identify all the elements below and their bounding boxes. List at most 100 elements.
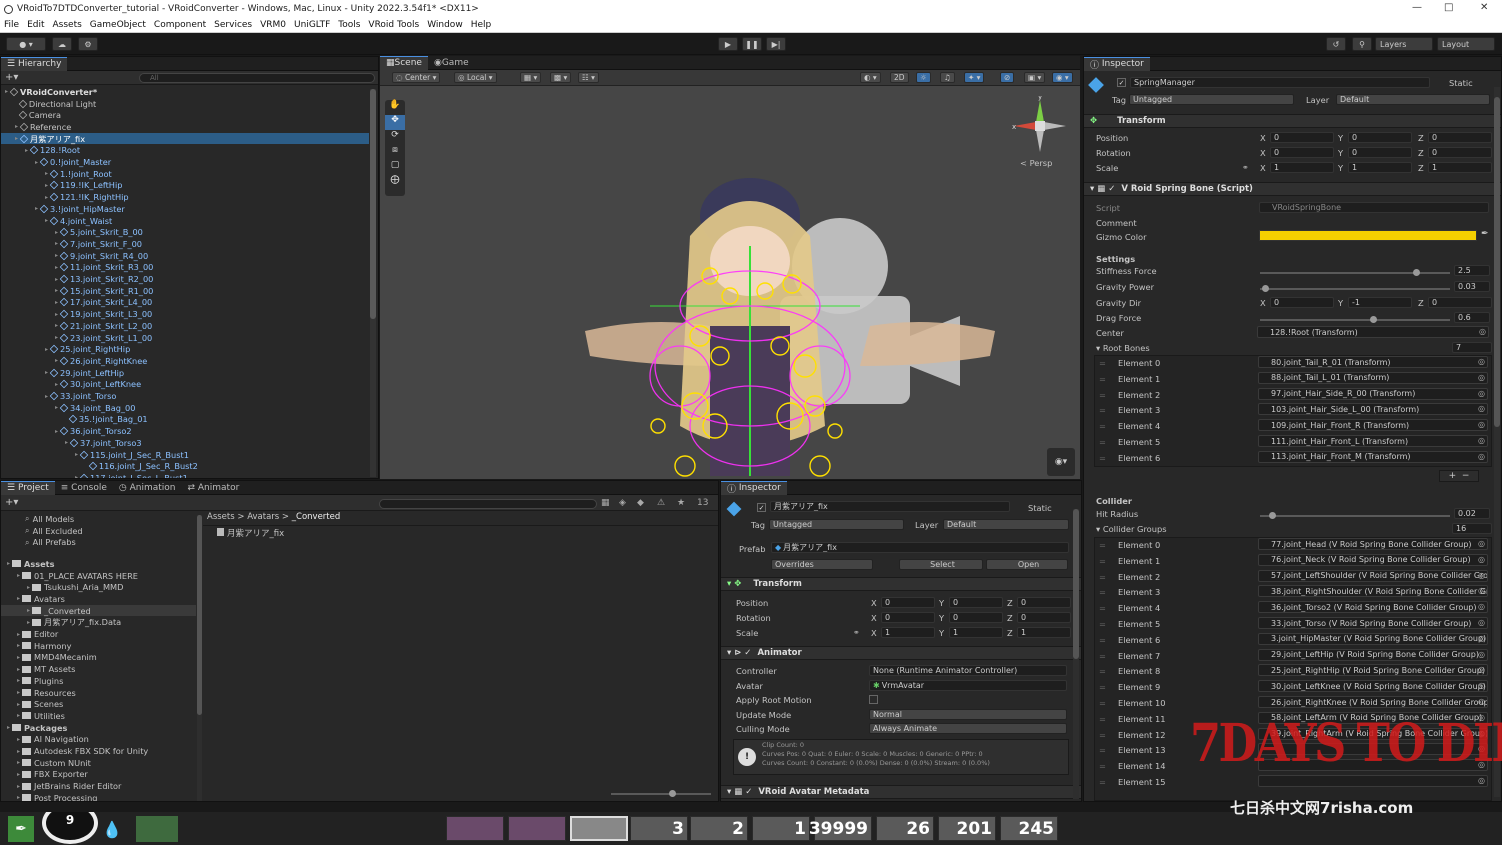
folder-item[interactable]: ▸ JetBrains Rider Editor — [1, 780, 196, 792]
expand-arrow-icon[interactable]: ▸ — [35, 205, 38, 212]
expand-arrow-icon[interactable]: ▸ — [55, 404, 58, 411]
spring-bone-header[interactable]: ▾ ▦ ✓ V Roid Spring Bone (Script) — [1084, 182, 1501, 196]
hotbar-slot[interactable]: 201 — [938, 816, 996, 841]
expand-arrow-icon[interactable]: ▸ — [17, 783, 20, 790]
hierarchy-item[interactable]: ▸ 34.joint_Bag_00 — [1, 402, 369, 414]
expand-arrow-icon[interactable] — [85, 463, 87, 470]
drag-handle-icon[interactable]: = — [1099, 587, 1106, 597]
rotation-z-field[interactable]: 0 — [1428, 147, 1492, 158]
constrain-proportions-icon[interactable]: ⚭ — [1242, 163, 1249, 172]
breadcrumb-converted[interactable]: _Converted — [292, 512, 341, 522]
expand-arrow-icon[interactable]: ▸ — [55, 322, 58, 329]
expand-arrow-icon[interactable]: ▸ — [55, 428, 58, 435]
scale-tool-icon[interactable]: ⧈ — [385, 145, 405, 160]
menu-item-component[interactable]: Component — [154, 20, 206, 30]
hierarchy-item[interactable]: ▸ 13.joint_Skrit_R2_00 — [1, 273, 369, 285]
hotbar-slot[interactable]: 39999 — [809, 816, 872, 841]
folder-item[interactable]: ▸ Harmony — [1, 640, 196, 652]
snap-increment-button[interactable]: ▩ ▾ — [550, 72, 572, 83]
folder-item[interactable]: ▸ Assets — [1, 558, 196, 570]
culling-mode-dropdown[interactable]: Always Animate — [869, 723, 1067, 734]
gravity-power-slider[interactable] — [1260, 285, 1450, 292]
expand-arrow-icon[interactable]: ▸ — [55, 240, 58, 247]
vroid-meta-header[interactable]: ▾ ▦ ✓ VRoid Avatar Metadata — [721, 785, 1081, 799]
eyedropper-icon[interactable]: ✒ — [1481, 229, 1489, 239]
tab-project[interactable]: ☰ Project — [1, 481, 55, 495]
hierarchy-item[interactable]: ▸ VRoidConverter* — [1, 86, 369, 98]
gizmos-dropdown[interactable]: ◉ ▾ — [1052, 72, 1073, 83]
hotbar-slot[interactable] — [508, 816, 566, 841]
drag-handle-icon[interactable]: = — [1099, 666, 1106, 676]
collider-group-element-field[interactable]: 77.joint_Head (V Roid Spring Bone Collid… — [1258, 538, 1488, 550]
tab-animation[interactable]: ◷ Animation — [113, 481, 182, 495]
gravity-power-slider-knob[interactable] — [1261, 285, 1269, 292]
zoom-slider[interactable] — [611, 790, 711, 797]
static-label[interactable]: Static — [1449, 78, 1473, 88]
rotation-y-field[interactable]: 0 — [1348, 147, 1412, 158]
expand-arrow-icon[interactable] — [15, 100, 17, 107]
mid-layer-dropdown[interactable]: Default — [943, 519, 1069, 530]
menu-item-assets[interactable]: Assets — [53, 20, 82, 30]
position-y-field[interactable]: 0 — [1348, 132, 1412, 143]
menu-item-vroid-tools[interactable]: VRoid Tools — [368, 20, 419, 30]
drag-handle-icon[interactable]: = — [1099, 390, 1106, 400]
inspector-mid-scrollbar[interactable] — [1073, 509, 1079, 799]
hierarchy-item[interactable]: ▸ 15.joint_Skrit_R1_00 — [1, 285, 369, 297]
open-button[interactable]: Open — [986, 559, 1068, 570]
collider-group-element-field[interactable]: 30.joint_LeftKnee (V Roid Spring Bone Co… — [1258, 680, 1488, 693]
expand-arrow-icon[interactable]: ▸ — [17, 712, 20, 719]
scale-x-field[interactable]: 1 — [1270, 162, 1334, 173]
expand-arrow-icon[interactable] — [65, 416, 67, 423]
mid-rotation-y-field[interactable]: 0 — [949, 612, 1003, 623]
project-tree-scrollbar[interactable] — [197, 515, 202, 801]
tab-animator[interactable]: ⇄ Animator — [181, 481, 245, 495]
hotbar-slot[interactable]: 3 — [630, 816, 688, 841]
mid-position-z-field[interactable]: 0 — [1017, 597, 1071, 608]
hierarchy-item[interactable]: ▸ 1.!joint_Root — [1, 168, 369, 180]
expand-arrow-icon[interactable]: ▸ — [55, 381, 58, 388]
drag-handle-icon[interactable]: = — [1099, 619, 1106, 629]
hierarchy-item[interactable]: ▸ 23.joint_Skrit_L1_00 — [1, 332, 369, 344]
avatar-field[interactable]: ✱ VrmAvatar — [869, 680, 1067, 691]
expand-arrow-icon[interactable]: ▸ — [45, 182, 48, 189]
add-icon[interactable]: +▾ — [5, 72, 18, 83]
hierarchy-item[interactable]: ▸ 115.joint_J_Sec_R_Bust1 — [1, 449, 369, 461]
account-button[interactable]: ● ▾ — [6, 37, 46, 51]
position-x-field[interactable]: 0 — [1270, 132, 1334, 143]
folder-item[interactable]: ▸ Scenes — [1, 698, 196, 710]
tab-console[interactable]: ≡ Console — [55, 481, 113, 495]
favorite-item[interactable]: ⌕ All Prefabs — [1, 536, 76, 548]
hierarchy-item[interactable]: ▸ 3.!joint_HipMaster — [1, 203, 369, 215]
expand-arrow-icon[interactable]: ▸ — [27, 619, 30, 626]
expand-arrow-icon[interactable]: ▸ — [55, 311, 58, 318]
camera-settings-icon[interactable]: ▣ ▾ — [1024, 72, 1046, 83]
expand-arrow-icon[interactable]: ▸ — [15, 123, 18, 130]
drag-handle-icon[interactable]: = — [1099, 405, 1106, 415]
collider-groups-count[interactable]: 16 — [1452, 523, 1492, 534]
tab-inspector-right[interactable]: ⓘ Inspector — [1084, 57, 1150, 71]
favorite-item[interactable]: ⌕ All Models — [1, 513, 74, 525]
transform-header[interactable]: ✥ Transform — [1084, 114, 1501, 128]
expand-arrow-icon[interactable]: ▸ — [55, 264, 58, 271]
center-field[interactable]: 128.!Root (Transform) — [1257, 326, 1489, 338]
expand-arrow-icon[interactable]: ▸ — [75, 474, 78, 478]
expand-arrow-icon[interactable]: ▸ — [65, 439, 68, 446]
expand-arrow-icon[interactable]: ▸ — [17, 677, 20, 684]
tab-scene[interactable]: ▦ Scene — [380, 56, 428, 70]
maximize-icon[interactable]: □ — [1444, 2, 1453, 13]
hierarchy-item[interactable]: ▸ 月紫アリア_fix — [1, 132, 369, 145]
favorite-star-icon[interactable]: ★ — [677, 498, 685, 508]
search-icon[interactable]: ⚲ — [1352, 37, 1372, 51]
expand-arrow-icon[interactable]: ▸ — [17, 759, 20, 766]
hierarchy-item[interactable]: ▸ 21.joint_Skrit_L2_00 — [1, 320, 369, 332]
menu-item-gameobject[interactable]: GameObject — [90, 20, 146, 30]
rect-tool-icon[interactable]: ▢ — [385, 160, 405, 175]
expand-arrow-icon[interactable]: ▸ — [35, 159, 38, 166]
hierarchy-item[interactable]: ▸ 26.joint_RightKnee — [1, 355, 369, 367]
scale-z-field[interactable]: 1 — [1428, 162, 1492, 173]
hotbar-slot[interactable]: 2 — [690, 816, 748, 841]
hand-tool-icon[interactable]: ✋ — [385, 100, 405, 115]
folder-item[interactable]: ▸ Plugins — [1, 675, 196, 687]
expand-arrow-icon[interactable]: ▸ — [75, 451, 78, 458]
close-icon[interactable]: ✕ — [1480, 2, 1488, 13]
